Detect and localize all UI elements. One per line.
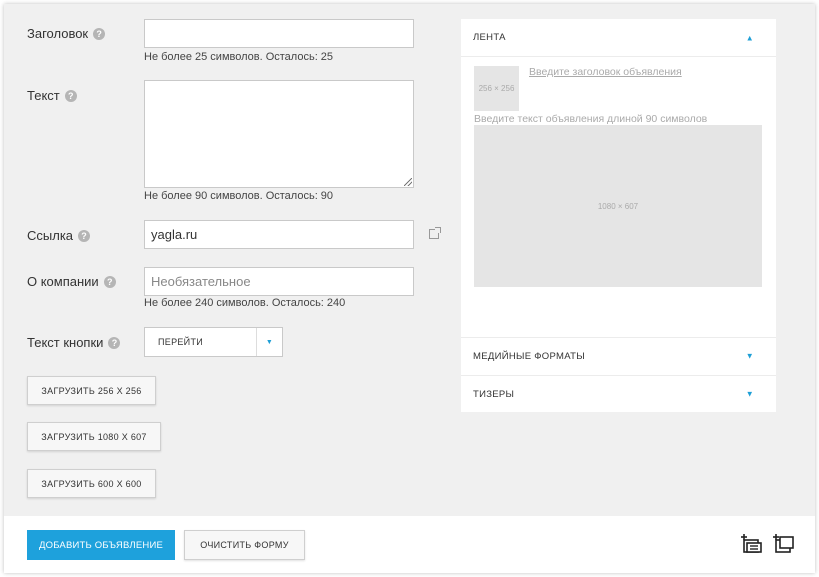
preview-text: Введите текст объявления длиной 90 симво… (474, 113, 708, 125)
chevron-down-icon[interactable]: ▼ (746, 352, 754, 361)
resize-grip-icon[interactable] (404, 178, 412, 186)
clear-form-button[interactable]: ОЧИСТИТЬ ФОРМУ (184, 530, 305, 560)
title-hint: Не более 25 символов. Осталось: 25 (144, 51, 334, 63)
help-icon[interactable]: ? (108, 336, 121, 349)
upload-256-button[interactable]: ЗАГРУЗИТЬ 256 Х 256 (27, 376, 156, 405)
preview-title: Введите заголовок объявления (529, 66, 682, 78)
chevron-up-icon[interactable]: ▲ (746, 33, 754, 42)
media-section-header[interactable]: МЕДИЙНЫЕ ФОРМАТЫ ▼ (461, 337, 776, 374)
help-icon[interactable]: ? (78, 229, 91, 242)
text-textarea[interactable] (144, 80, 414, 188)
teasers-section-header[interactable]: ТИЗЕРЫ ▼ (461, 375, 776, 412)
link-input[interactable]: yagla.ru (144, 220, 414, 249)
external-link-icon[interactable] (429, 227, 441, 239)
help-icon[interactable]: ? (93, 27, 106, 40)
button-text-label: Текст кнопки ? (27, 335, 121, 350)
thumbnail-placeholder: 256 × 256 (474, 66, 519, 111)
chevron-down-icon[interactable]: ▼ (746, 390, 754, 399)
feed-section-header[interactable]: ЛЕНТА ▲ (461, 19, 776, 56)
add-ad-button[interactable]: ДОБАВИТЬ ОБЪЯВЛЕНИЕ (27, 530, 175, 560)
upload-600-button[interactable]: ЗАГРУЗИТЬ 600 Х 600 (27, 469, 156, 498)
company-hint: Не более 240 символов. Осталось: 240 (144, 297, 346, 309)
title-label: Заголовок ? (27, 26, 106, 41)
divider (461, 56, 776, 57)
image-placeholder: 1080 × 607 (474, 125, 762, 287)
upload-1080-button[interactable]: ЗАГРУЗИТЬ 1080 Х 607 (27, 422, 161, 451)
help-icon[interactable]: ? (64, 89, 77, 102)
preview-panel: ЛЕНТА ▲ 256 × 256 Введите заголовок объя… (461, 19, 776, 412)
title-input[interactable] (144, 19, 414, 48)
text-label: Текст ? (27, 88, 77, 103)
button-text-value: ПЕРЕЙТИ (158, 337, 204, 347)
company-input[interactable]: Необязательное (144, 267, 414, 296)
chevron-down-icon[interactable]: ▼ (256, 328, 282, 356)
link-label: Ссылка ? (27, 228, 91, 243)
company-label: О компании ? (27, 274, 116, 289)
ad-editor: Заголовок ? Не более 25 символов. Остало… (4, 4, 815, 573)
text-hint: Не более 90 символов. Осталось: 90 (144, 190, 334, 202)
add-slide-icon[interactable] (772, 533, 794, 555)
footer-bar: ДОБАВИТЬ ОБЪЯВЛЕНИЕ ОЧИСТИТЬ ФОРМУ (4, 516, 815, 573)
add-block-icon[interactable] (740, 533, 762, 555)
help-icon[interactable]: ? (103, 275, 116, 288)
button-text-select[interactable]: ПЕРЕЙТИ ▼ (144, 327, 283, 357)
